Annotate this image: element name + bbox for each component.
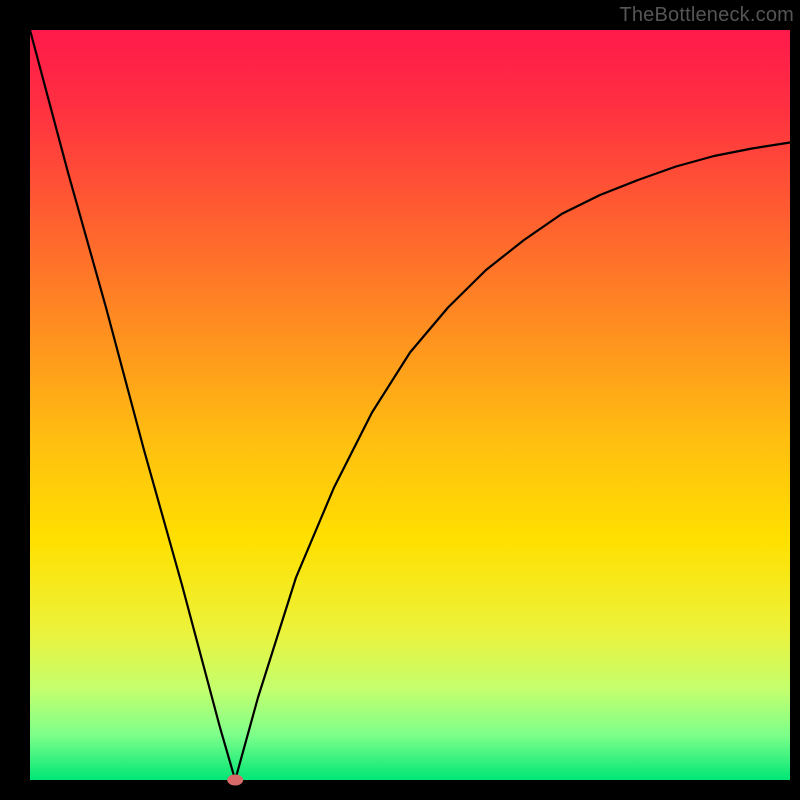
optimum-marker (227, 775, 243, 786)
bottleneck-chart (0, 0, 800, 800)
watermark-text: TheBottleneck.com (619, 4, 794, 27)
chart-frame: TheBottleneck.com (0, 0, 800, 800)
gradient-background (30, 30, 790, 780)
